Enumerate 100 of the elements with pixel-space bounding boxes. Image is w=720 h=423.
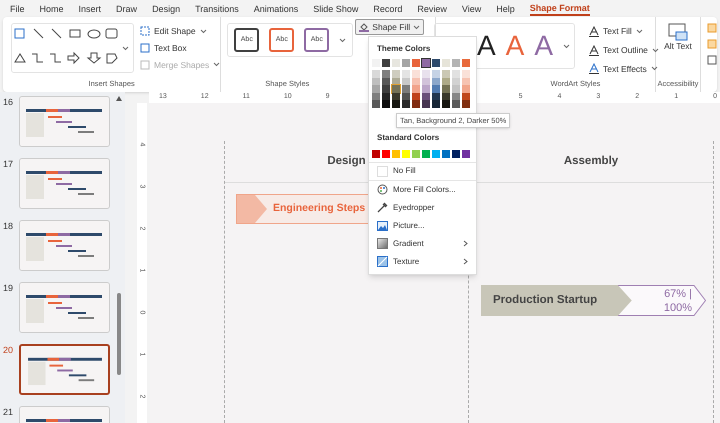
- ribbon-command[interactable]: Text Outline: [589, 44, 659, 56]
- menu-item[interactable]: No Fill: [369, 162, 476, 180]
- letter-a-icon: [589, 26, 600, 37]
- color-swatch[interactable]: [432, 70, 440, 78]
- ribbon-command[interactable]: Text Effects: [589, 62, 659, 76]
- color-swatch[interactable]: [412, 85, 420, 92]
- color-swatch[interactable]: [402, 70, 410, 78]
- ribbon-command[interactable]: Text Box: [140, 42, 220, 54]
- slide-number: 20: [3, 344, 13, 357]
- scrollbar-thumb[interactable]: [117, 293, 121, 375]
- eyedropper-icon: [377, 202, 388, 213]
- shape-icon: [140, 26, 150, 36]
- color-swatch[interactable]: [462, 85, 470, 92]
- caret-icon: [122, 44, 129, 52]
- caret-icon: [650, 65, 658, 72]
- menu-item[interactable]: Texture: [369, 252, 476, 270]
- ribbon-tab[interactable]: Design: [152, 2, 180, 14]
- color-swatch[interactable]: [462, 59, 470, 67]
- ribbon-tab[interactable]: Home: [40, 2, 64, 14]
- caret-icon: [339, 36, 346, 44]
- ribbon-tab[interactable]: File: [10, 2, 25, 14]
- color-swatch[interactable]: [372, 70, 380, 78]
- color-swatch[interactable]: [452, 150, 460, 158]
- ribbon-command[interactable]: Text Fill: [589, 25, 659, 38]
- color-swatch[interactable]: [442, 85, 450, 92]
- color-swatch[interactable]: [412, 70, 420, 78]
- gradient-icon: [377, 238, 388, 249]
- ribbon-command[interactable]: Edit Shape: [140, 25, 220, 38]
- color-swatch[interactable]: [392, 70, 400, 78]
- ribbon-tab[interactable]: Help: [496, 2, 515, 14]
- picture-icon: [668, 23, 688, 41]
- color-swatch[interactable]: [372, 85, 380, 92]
- color-swatch[interactable]: [402, 85, 410, 92]
- scroll-up-icon[interactable]: [116, 96, 122, 101]
- menu-item[interactable]: Gradient: [369, 234, 476, 252]
- color-swatch[interactable]: [382, 70, 390, 78]
- color-swatch[interactable]: [452, 100, 460, 108]
- chevron-right-icon: [463, 258, 468, 265]
- color-swatch[interactable]: [432, 150, 440, 158]
- color-swatch[interactable]: [442, 100, 450, 108]
- texture-icon: [377, 256, 388, 267]
- color-swatch[interactable]: [382, 85, 390, 92]
- color-swatch[interactable]: [402, 59, 410, 67]
- color-swatch[interactable]: [422, 70, 430, 78]
- wordart-preset[interactable]: A: [534, 32, 554, 60]
- color-swatch[interactable]: [382, 100, 390, 108]
- color-swatch[interactable]: [432, 59, 440, 67]
- caret-icon: [213, 61, 220, 68]
- color-swatch[interactable]: [402, 100, 410, 108]
- ribbon-tab[interactable]: Review: [417, 2, 447, 14]
- shape-fill-button[interactable]: Shape Fill: [355, 19, 424, 35]
- color-swatch[interactable]: [422, 100, 430, 108]
- color-swatch[interactable]: [442, 150, 450, 158]
- color-swatch[interactable]: [392, 100, 400, 108]
- color-swatch[interactable]: [442, 70, 450, 78]
- color-swatch[interactable]: [412, 150, 420, 158]
- chevron-icon: [237, 195, 267, 223]
- color-swatch[interactable]: [402, 150, 410, 158]
- color-swatch[interactable]: [392, 150, 400, 158]
- color-swatch[interactable]: [372, 150, 380, 158]
- color-swatch[interactable]: [462, 70, 470, 78]
- color-swatch[interactable]: [372, 100, 380, 108]
- color-swatch[interactable]: [382, 150, 390, 158]
- paint-bucket-icon: [359, 22, 370, 32]
- color-swatch[interactable]: [452, 70, 460, 78]
- color-swatch[interactable]: [452, 59, 460, 67]
- ribbon-tab[interactable]: Transitions: [195, 2, 239, 14]
- shape-icon: [140, 60, 150, 70]
- color-swatch[interactable]: [422, 59, 430, 67]
- ribbon-tab[interactable]: Record: [373, 2, 402, 14]
- ribbon-tab[interactable]: Animations: [254, 2, 298, 14]
- slide-number: 21: [3, 406, 13, 419]
- ribbon-tab[interactable]: Draw: [116, 2, 138, 14]
- wordart-preset[interactable]: A: [476, 32, 496, 60]
- color-swatch[interactable]: [392, 85, 400, 92]
- color-swatch[interactable]: [412, 100, 420, 108]
- color-swatch[interactable]: [432, 100, 440, 108]
- color-swatch[interactable]: [442, 59, 450, 67]
- slide-number: 17: [3, 158, 13, 171]
- menu-item[interactable]: Eyedropper: [369, 198, 476, 216]
- menu-item[interactable]: Picture...: [369, 216, 476, 234]
- caret-icon: [636, 28, 643, 35]
- color-swatch[interactable]: [452, 85, 460, 92]
- color-swatch[interactable]: [422, 85, 430, 92]
- slide-thumbnail[interactable]: [19, 344, 110, 395]
- color-swatch[interactable]: [412, 59, 420, 67]
- slide-number: 16: [3, 96, 13, 109]
- menu-item[interactable]: More Fill Colors...: [369, 180, 476, 198]
- ribbon-tab[interactable]: View: [462, 2, 482, 14]
- task-label: Engineering Steps: [273, 201, 366, 216]
- caret-icon: [200, 28, 207, 35]
- color-swatch[interactable]: [392, 59, 400, 67]
- color-swatch[interactable]: [432, 85, 440, 92]
- ribbon-tab[interactable]: Slide Show: [313, 2, 358, 14]
- color-swatch[interactable]: [382, 59, 390, 67]
- color-swatch[interactable]: [462, 100, 470, 108]
- alt-text-button[interactable]: Alt Text: [662, 17, 693, 78]
- ribbon-tab[interactable]: Insert: [78, 2, 102, 14]
- color-swatch[interactable]: [422, 150, 430, 158]
- color-swatch[interactable]: [462, 150, 470, 158]
